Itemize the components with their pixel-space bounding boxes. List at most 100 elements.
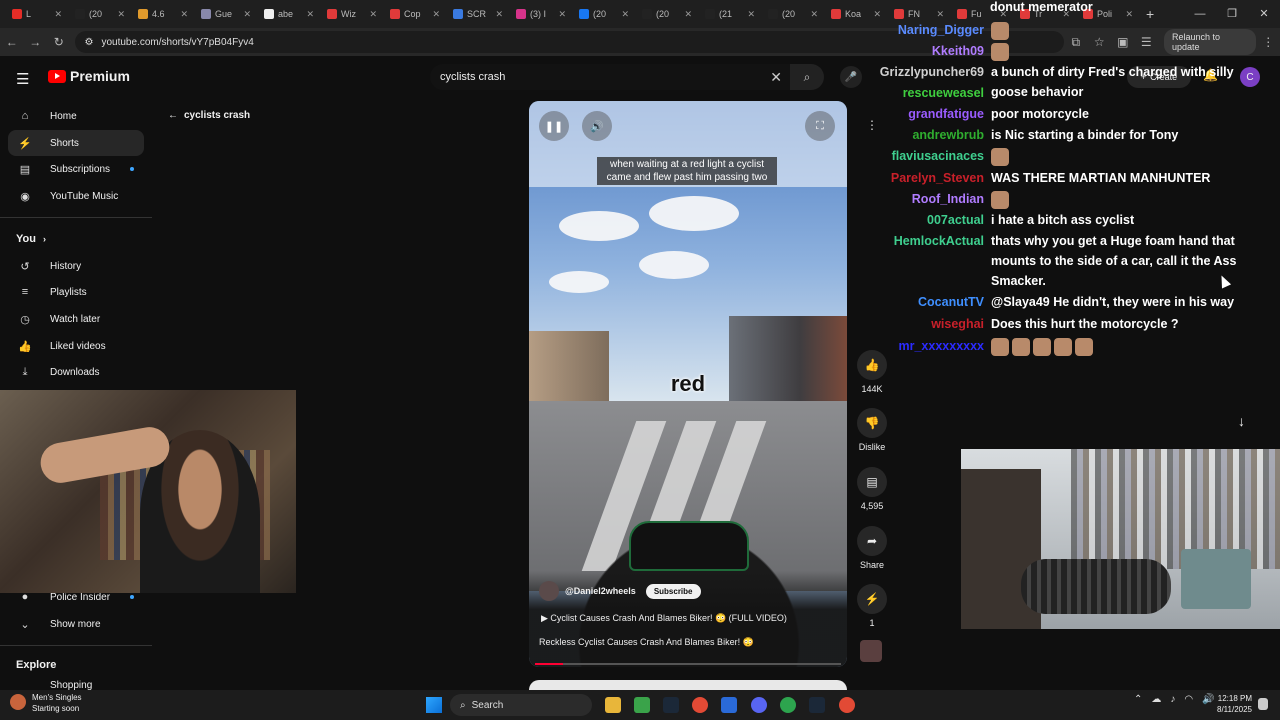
windows-start-icon[interactable] bbox=[426, 697, 442, 713]
sidebar-show-more[interactable]: ⌄ Show more bbox=[8, 611, 144, 637]
volume-icon[interactable]: 🔊 bbox=[582, 111, 612, 141]
browser-tab[interactable]: (21 ✕ bbox=[699, 3, 761, 25]
close-tab-icon[interactable]: ✕ bbox=[684, 9, 692, 20]
browser-tab[interactable]: (20 ✕ bbox=[762, 3, 824, 25]
close-tab-icon[interactable]: ✕ bbox=[495, 9, 503, 20]
chat-username[interactable]: andrewbrub bbox=[912, 125, 984, 145]
chat-username[interactable]: Parelyn_Steven bbox=[891, 168, 984, 188]
forward-arrow-icon[interactable]: → bbox=[24, 35, 48, 49]
voice-search-icon[interactable]: 🎤 bbox=[840, 66, 862, 88]
taskbar-widget[interactable]: Men's Singles Starting soon bbox=[10, 692, 82, 714]
more-options-icon[interactable]: ⋮ bbox=[866, 118, 878, 132]
close-tab-icon[interactable]: ✕ bbox=[306, 9, 314, 20]
youtube-premium-logo[interactable]: Premium bbox=[48, 68, 130, 84]
sidebar-item-youtube-music[interactable]: ◉ YouTube Music bbox=[8, 183, 144, 209]
steam-icon[interactable] bbox=[809, 697, 825, 713]
chat-username[interactable]: mr_xxxxxxxxx bbox=[899, 336, 985, 356]
chat-username[interactable]: CocanutTV bbox=[918, 292, 984, 312]
browser-tab[interactable]: L ✕ bbox=[6, 3, 68, 25]
back-to-search-link[interactable]: ← cyclists crash bbox=[168, 110, 250, 121]
taskbar-clock[interactable]: 12:18 PM 8/11/2025 bbox=[1208, 693, 1252, 715]
share-button[interactable]: ➦ Share bbox=[852, 526, 892, 570]
chat-username[interactable]: HemlockActual bbox=[894, 231, 984, 251]
close-tab-icon[interactable]: ✕ bbox=[432, 9, 440, 20]
chat-username[interactable]: Naring_Digger bbox=[898, 20, 984, 40]
chat-username[interactable]: Roof_Indian bbox=[912, 189, 984, 209]
history-icon: ↺ bbox=[20, 260, 30, 273]
close-tab-icon[interactable]: ✕ bbox=[810, 9, 818, 20]
scroll-down-arrow-icon[interactable]: ↓ bbox=[1238, 413, 1245, 429]
sidebar-item-subscriptions[interactable]: ▤ Subscriptions bbox=[8, 156, 144, 182]
sidebar-item-shopping[interactable]: Shopping bbox=[8, 680, 144, 690]
sound-thumbnail[interactable] bbox=[860, 640, 882, 662]
remix-button[interactable]: ⚡ 1 bbox=[852, 584, 892, 628]
sidebar-item-liked-videos[interactable]: 👍 Liked videos bbox=[8, 333, 144, 359]
chat-username[interactable]: grandfatigue bbox=[908, 104, 984, 124]
chat-username[interactable]: rescueweasel bbox=[903, 83, 984, 103]
browser-tab[interactable]: Koa ✕ bbox=[825, 3, 887, 25]
reload-icon[interactable]: ↻ bbox=[47, 35, 71, 49]
taskbar-search[interactable]: ⌕ Search bbox=[450, 694, 592, 716]
search-button[interactable]: ⌕ bbox=[790, 64, 824, 90]
close-tab-icon[interactable]: ✕ bbox=[117, 9, 125, 20]
speaker-icon[interactable]: ♪ bbox=[1170, 694, 1175, 705]
chat-username[interactable]: flaviusacinaces bbox=[892, 146, 984, 166]
close-tab-icon[interactable]: ✕ bbox=[180, 9, 188, 20]
browser-tab[interactable]: (20 ✕ bbox=[636, 3, 698, 25]
browser-tab[interactable]: Gue ✕ bbox=[195, 3, 257, 25]
browser-tab[interactable]: (20 ✕ bbox=[69, 3, 131, 25]
comments-button[interactable]: ▤ 4,595 bbox=[852, 467, 892, 511]
close-tab-icon[interactable]: ✕ bbox=[243, 9, 251, 20]
close-tab-icon[interactable]: ✕ bbox=[54, 9, 62, 20]
close-tab-icon[interactable]: ✕ bbox=[558, 9, 566, 20]
shorts-video-player[interactable]: ❚❚ 🔊 ⛶ when waiting at a red light a cyc… bbox=[529, 101, 847, 667]
browser-tab[interactable]: (20 ✕ bbox=[573, 3, 635, 25]
app-icon[interactable] bbox=[721, 697, 737, 713]
subscribe-button[interactable]: Subscribe bbox=[645, 583, 701, 599]
chrome-icon[interactable] bbox=[839, 697, 855, 713]
browser-tab[interactable]: abe ✕ bbox=[258, 3, 320, 25]
browser-tab[interactable]: Cop ✕ bbox=[384, 3, 446, 25]
video-progress-bar[interactable] bbox=[535, 663, 841, 665]
next-short-preview[interactable] bbox=[529, 680, 847, 690]
sidebar-item-shorts[interactable]: ⚡ Shorts bbox=[8, 130, 144, 156]
search-input[interactable]: cyclists crash ✕ bbox=[430, 64, 790, 90]
chrome-icon[interactable] bbox=[692, 697, 708, 713]
chat-username[interactable]: 007actual bbox=[927, 210, 984, 230]
fullscreen-icon[interactable]: ⛶ bbox=[805, 111, 835, 141]
chat-username[interactable]: wiseghai bbox=[931, 314, 984, 334]
close-tab-icon[interactable]: ✕ bbox=[369, 9, 377, 20]
pause-icon[interactable]: ❚❚ bbox=[539, 111, 569, 141]
close-tab-icon[interactable]: ✕ bbox=[747, 9, 755, 20]
nvidia-icon[interactable] bbox=[634, 697, 650, 713]
hamburger-menu-icon[interactable]: ☰ bbox=[16, 70, 29, 88]
site-info-icon[interactable]: ⚙ bbox=[85, 37, 94, 48]
dislike-button[interactable]: 👎 Dislike bbox=[852, 408, 892, 452]
chat-username[interactable]: Grizzlypuncher69 bbox=[880, 62, 984, 82]
channel-avatar[interactable] bbox=[539, 581, 559, 601]
sidebar-item-playlists[interactable]: ≡ Playlists bbox=[8, 279, 144, 305]
channel-name[interactable]: @Daniel2wheels bbox=[565, 586, 636, 596]
related-video-link[interactable]: ▶ Cyclist Causes Crash And Blames Biker!… bbox=[541, 613, 787, 624]
network-icon[interactable]: ☁ bbox=[1151, 694, 1161, 705]
sidebar-item-downloads[interactable]: ⤓ Downloads bbox=[8, 359, 144, 385]
sidebar-item-watch-later[interactable]: ◷ Watch later bbox=[8, 306, 144, 332]
sidebar-item-home[interactable]: ⌂ Home bbox=[8, 103, 144, 129]
browser-tab[interactable]: (3) I ✕ bbox=[510, 3, 572, 25]
back-arrow-icon[interactable]: ← bbox=[0, 35, 24, 49]
sidebar-you-header[interactable]: You › bbox=[16, 233, 46, 245]
close-tab-icon[interactable]: ✕ bbox=[621, 9, 629, 20]
discord-icon[interactable] bbox=[751, 697, 767, 713]
clear-search-icon[interactable]: ✕ bbox=[770, 69, 782, 86]
file-explorer-icon[interactable] bbox=[605, 697, 621, 713]
steam-icon[interactable] bbox=[663, 697, 679, 713]
notification-icon[interactable] bbox=[1258, 698, 1268, 710]
sidebar-item-history[interactable]: ↺ History bbox=[8, 253, 144, 279]
chat-username[interactable]: Kkeith09 bbox=[932, 41, 984, 61]
browser-tab[interactable]: SCR ✕ bbox=[447, 3, 509, 25]
xbox-icon[interactable] bbox=[780, 697, 796, 713]
wifi-icon[interactable]: ◠ bbox=[1184, 694, 1193, 705]
chevron-up-icon[interactable]: ⌃ bbox=[1134, 694, 1142, 705]
browser-tab[interactable]: 4.6 ✕ bbox=[132, 3, 194, 25]
browser-tab[interactable]: Wiz ✕ bbox=[321, 3, 383, 25]
